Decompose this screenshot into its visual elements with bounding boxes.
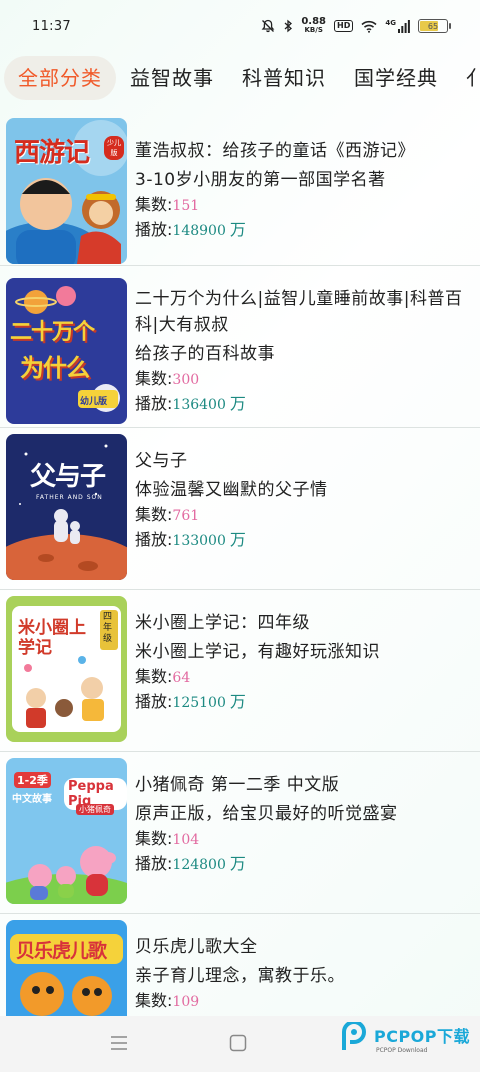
episode-count: 集数:64 [135,667,191,686]
cover-season-label: 1-2季 [14,772,51,788]
cover-story-label: 中文故事 [12,794,52,805]
episode-count: 集数:109 [135,991,200,1010]
watermark-text: PCPOP下载 [373,1026,470,1046]
album-subtitle: 3-10岁小朋友的第一部国学名著 [135,170,386,190]
status-icons: 0.88 KB/S HD 4G 65 [261,16,451,35]
play-count: 播放:136400 万 [135,394,246,413]
battery-icon: 65 [418,19,451,33]
bluetooth-icon [284,19,293,33]
album-title[interactable]: 二十万个为什么|益智儿童睡前故事|科普百科|大有叔叔 [135,286,470,338]
home-icon[interactable] [229,1034,247,1052]
episode-count: 集数:104 [135,829,200,848]
list-item[interactable]: 西游记 少儿版 董浩叔叔：给孩子的童话《西游记》 3-10岁小朋友的第一部国学名… [0,112,480,266]
watermark-subtext: PCPOP Download [375,1046,428,1054]
album-cover[interactable]: 二十万个 为什么 幼儿版 [6,278,127,424]
cover-subtitle: FATHER AND SON [36,494,103,501]
cellular-signal-icon [398,19,410,33]
status-bar: 11:37 0.88 KB/S HD 4G 65 [0,0,480,52]
cover-title-line2: 为什么 [20,354,90,382]
pcpop-logo-icon [341,1022,366,1050]
cover-title: 米小圈上学记 [18,618,86,658]
album-subtitle: 体验温馨又幽默的父子情 [135,480,328,500]
play-count: 播放:133000 万 [135,530,246,549]
album-title[interactable]: 贝乐虎儿歌大全 [135,934,470,960]
album-title[interactable]: 小猪佩奇 第一二季 中文版 [135,772,470,798]
album-title[interactable]: 米小圈上学记：四年级 [135,610,470,636]
category-tabs: 全部分类 益智故事 科普知识 国学经典 亻 [0,54,480,102]
list-item[interactable]: 1-2季 中文故事 Peppa Pig 小猪佩奇 小猪佩奇 第一二季 中文版 原… [0,752,480,914]
network-speed: 0.88 KB/S [301,16,327,35]
wifi-icon [361,20,377,33]
cover-badge: 少儿版 [104,136,124,160]
album-subtitle: 米小圈上学记，有趣好玩涨知识 [135,642,380,662]
album-list: 西游记 少儿版 董浩叔叔：给孩子的童话《西游记》 3-10岁小朋友的第一部国学名… [0,112,480,1072]
cover-badge: 四年级 [103,612,113,644]
tab-all-categories[interactable]: 全部分类 [4,56,116,100]
status-time: 11:37 [32,18,71,34]
cover-title: 西游记 [14,138,90,168]
cover-subtitle: 小猪佩奇 [76,804,114,815]
album-title[interactable]: 董浩叔叔：给孩子的童话《西游记》 [135,138,470,164]
cover-title-line1: 二十万个 [10,320,95,345]
album-subtitle: 亲子育儿理念，寓教于乐。 [135,966,345,986]
album-title[interactable]: 父与子 [135,448,470,474]
album-cover[interactable]: 米小圈上学记 四年级 [6,596,127,742]
episode-count: 集数:151 [135,195,200,214]
album-subtitle: 给孩子的百科故事 [135,344,275,364]
system-nav-bar: PCPOP下载 PCPOP Download [0,1016,480,1072]
mute-bell-icon [261,19,275,33]
tab-educational-stories[interactable]: 益智故事 [116,56,228,100]
play-count: 播放:148900 万 [135,220,246,239]
play-count: 播放:125100 万 [135,692,246,711]
list-item[interactable]: 父与子 FATHER AND SON 父与子 体验温馨又幽默的父子情 集数:76… [0,428,480,590]
episode-count: 集数:300 [135,369,200,388]
album-cover[interactable]: 父与子 FATHER AND SON [6,434,127,580]
battery-level: 65 [427,21,439,31]
cover-badge: 幼儿版 [80,397,108,407]
menu-icon[interactable] [110,1034,128,1052]
album-cover[interactable]: 1-2季 中文故事 Peppa Pig 小猪佩奇 [6,758,127,904]
watermark: PCPOP下载 PCPOP Download [338,1022,470,1054]
cover-title: 贝乐虎儿歌 [16,940,107,962]
tab-science-knowledge[interactable]: 科普知识 [228,56,340,100]
hd-badge: HD [334,20,354,32]
tab-chinese-classics[interactable]: 国学经典 [340,56,452,100]
list-item[interactable]: 二十万个 为什么 幼儿版 二十万个为什么|益智儿童睡前故事|科普百科|大有叔叔 … [0,266,480,428]
episode-count: 集数:761 [135,505,200,524]
album-subtitle: 原声正版，给宝贝最好的听觉盛宴 [135,804,398,824]
cover-title: 父与子 [30,462,106,492]
album-cover[interactable]: 西游记 少儿版 [6,118,127,264]
signal-4g-label: 4G [385,19,396,27]
tab-more-partial[interactable]: 亻 [452,56,480,100]
play-count: 播放:124800 万 [135,854,246,873]
list-item[interactable]: 米小圈上学记 四年级 米小圈上学记：四年级 米小圈上学记，有趣好玩涨知识 集数:… [0,590,480,752]
